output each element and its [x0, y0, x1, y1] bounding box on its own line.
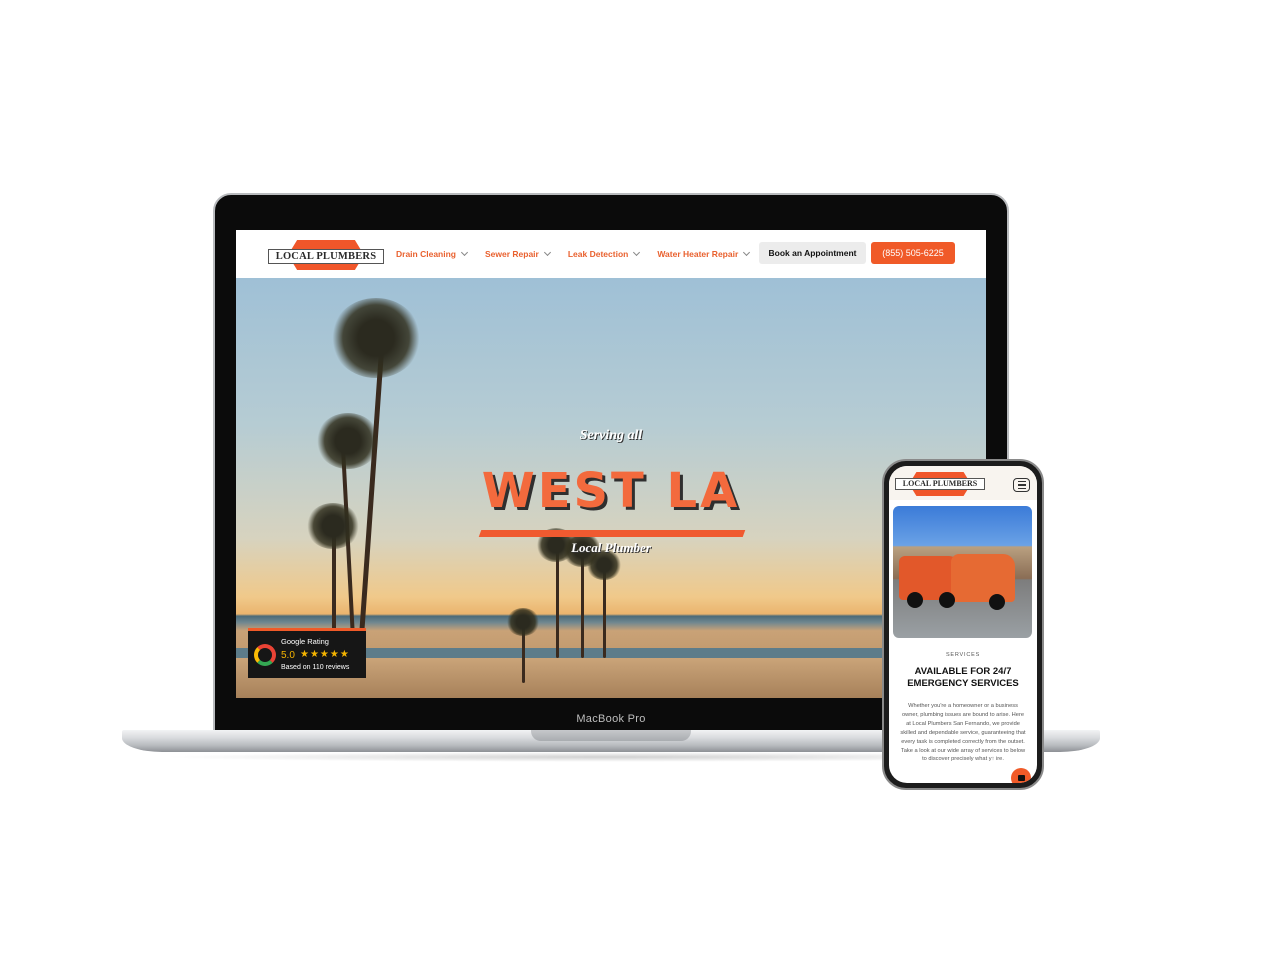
hero-subtitle: Local Plumber — [571, 540, 651, 555]
truck-shape — [951, 554, 1015, 602]
google-rating-badge[interactable]: Google Rating 5.0 ★★★★★ Based on 110 rev… — [248, 628, 366, 678]
section-kicker: SERVICES — [945, 652, 981, 658]
google-icon — [254, 644, 276, 666]
title-line: AVAILABLE FOR 24/7 — [914, 666, 1012, 677]
nav-label: Drain Cleaning — [396, 249, 456, 259]
nav-label: Water Heater Repair — [657, 249, 739, 259]
book-appointment-button[interactable]: Book an Appointment — [759, 242, 866, 264]
laptop-notch — [531, 730, 691, 741]
hero-title: WEST LA — [481, 463, 741, 519]
nav-item-water-heater-repair[interactable]: Water Heater Repair — [657, 248, 751, 259]
mobile-header: LOCAL PLUMBERS — [889, 466, 1037, 500]
nav-label: Leak Detection — [567, 249, 629, 259]
nav-item-sewer-repair[interactable]: Sewer Repair — [484, 248, 551, 259]
wheel-shape — [907, 592, 923, 608]
wheel-shape — [989, 594, 1005, 610]
chevron-down-icon — [543, 248, 551, 257]
hero-section: Serving all WEST LA Local Plumber Google… — [236, 278, 986, 698]
rating-reviews: Based on 110 reviews — [281, 664, 350, 671]
chevron-down-icon — [743, 248, 751, 257]
nav-item-leak-detection[interactable]: Leak Detection — [567, 248, 641, 259]
star-icons: ★★★★★ — [300, 649, 350, 660]
mobile-logo[interactable]: LOCAL PLUMBERS — [895, 472, 985, 496]
rating-label: Google Rating — [281, 637, 329, 646]
site-header: LOCAL PLUMBERS Drain Cleaning Sewer Repa… — [236, 230, 986, 278]
title-line: EMERGENCY SERVICES — [907, 678, 1019, 689]
rating-score: 5.0 — [281, 650, 295, 661]
section-body: Whether you're a homeowner or a business… — [900, 703, 1026, 763]
phone-button[interactable]: (855) 505-6225 — [871, 242, 955, 264]
palm-tree — [603, 568, 606, 658]
chevron-down-icon — [633, 248, 641, 257]
palm-tree — [506, 608, 540, 636]
laptop-screen: LOCAL PLUMBERS Drain Cleaning Sewer Repa… — [236, 230, 986, 698]
logo-text: LOCAL PLUMBERS — [268, 249, 384, 264]
nav-item-drain-cleaning[interactable]: Drain Cleaning — [396, 248, 469, 259]
truck-photo — [893, 506, 1032, 638]
hero-underline — [478, 530, 746, 537]
palm-tree — [556, 548, 559, 658]
hero-pretitle: Serving all — [579, 428, 643, 443]
hamburger-menu-icon[interactable] — [1013, 478, 1030, 492]
nav-label: Sewer Repair — [484, 249, 539, 259]
phone-screen: LOCAL PLUMBERS SERVICES AVAILABLE FOR 24… — [889, 466, 1037, 783]
logo-text: LOCAL PLUMBERS — [895, 478, 985, 490]
site-logo[interactable]: LOCAL PLUMBERS — [268, 239, 384, 271]
section-title: AVAILABLE FOR 24/7 EMERGENCY SERVICES — [889, 666, 1037, 690]
chat-button-icon[interactable] — [1011, 768, 1031, 783]
wheel-shape — [939, 592, 955, 608]
palm-tree — [581, 553, 584, 658]
main-nav: Drain Cleaning Sewer Repair Leak Detecti… — [396, 230, 751, 278]
chevron-down-icon — [460, 248, 469, 257]
palm-tree — [331, 298, 421, 378]
